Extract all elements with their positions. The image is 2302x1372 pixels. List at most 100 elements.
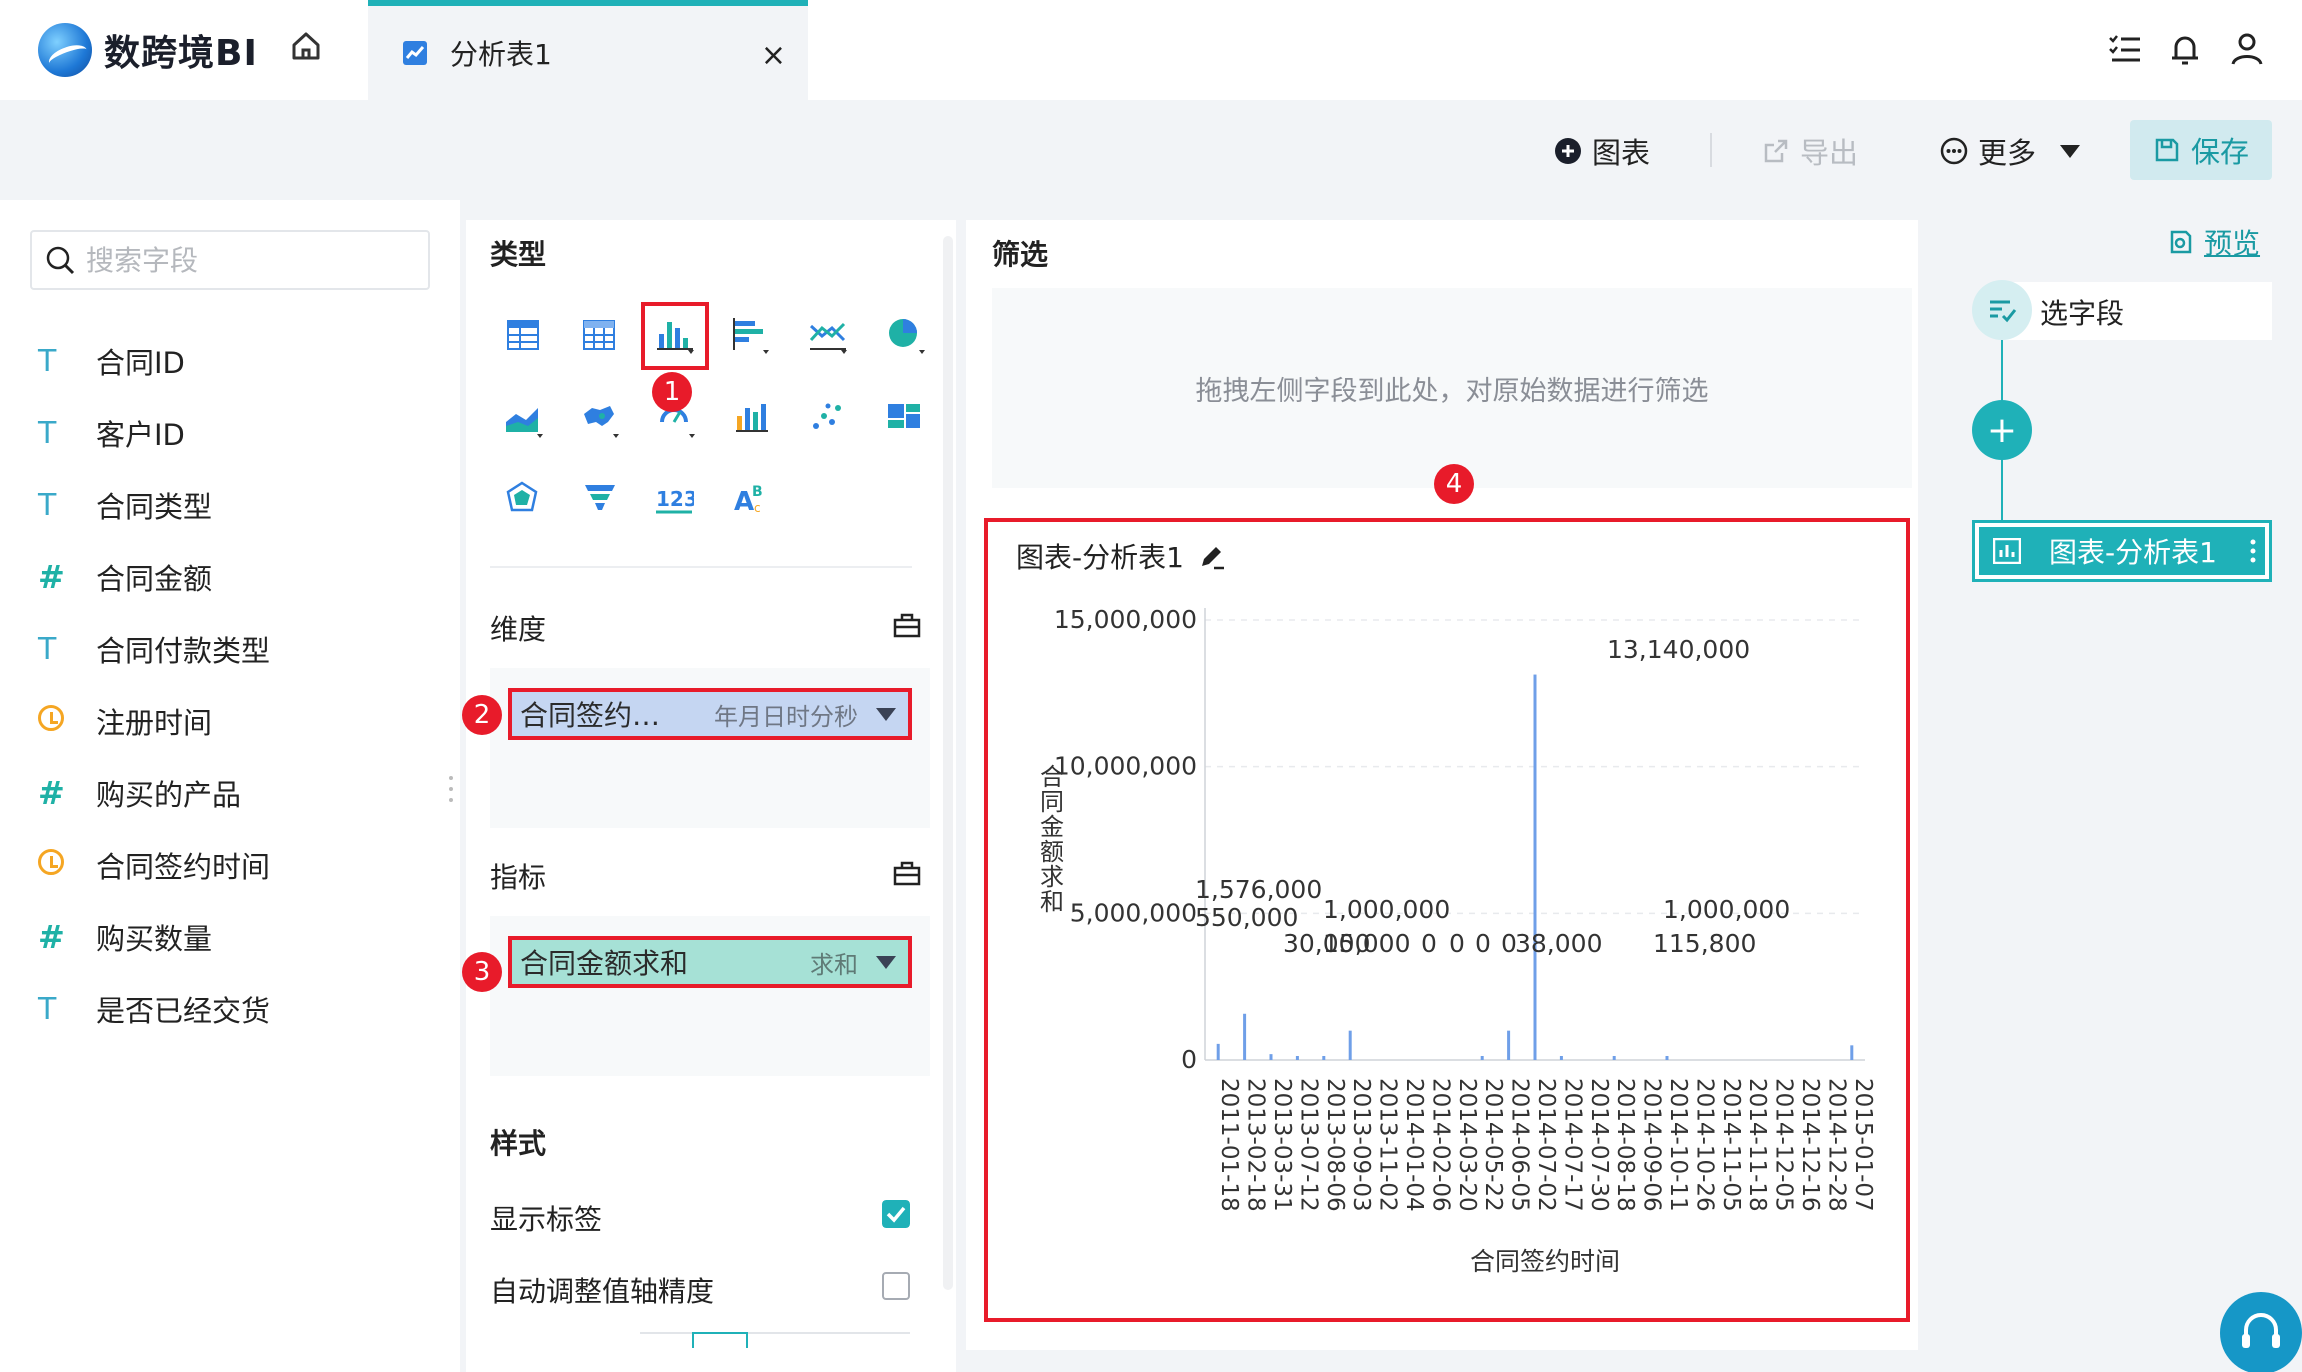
x-tick-label: 2013-11-02 [1375,1078,1401,1212]
time-field-icon [38,704,96,738]
chart-node[interactable]: 图表-分析表1 [1972,520,2272,582]
field-item[interactable]: T 是否已经交货 [38,984,270,1034]
more-dots-icon [1940,137,1968,165]
divider [490,566,912,568]
text-field-icon: T [38,487,57,523]
y-axis-title-char: 和 [1040,888,1064,916]
x-tick-label: 2014-10-26 [1691,1078,1717,1212]
x-tick-label: 2013-02-18 [1243,1078,1269,1212]
pie-chart-type-icon[interactable] [886,316,926,354]
chart-bar [1612,1056,1616,1060]
add-step-button[interactable]: + [1972,400,2032,460]
home-icon[interactable] [286,26,326,66]
metric-highlight-frame [508,936,912,988]
auto-precision-checkbox[interactable] [882,1272,910,1300]
chart-bar [1507,1030,1511,1060]
area-chart-icon[interactable] [504,400,544,438]
line-chart-type-icon[interactable] [808,316,848,354]
app-logo[interactable]: 数跨境BI [38,14,258,86]
chart-node-icon [1993,538,2021,564]
table-icon[interactable] [506,318,540,352]
funnel-chart-icon[interactable] [582,480,618,516]
text-field-icon: T [38,631,57,667]
data-label: 115,800 [1653,929,1756,958]
kpi-number-icon[interactable]: 123 [654,480,694,516]
x-tick-label: 2014-10-11 [1665,1078,1691,1212]
metric-settings-icon[interactable] [892,858,922,888]
segmented-control-partial[interactable] [640,1332,910,1348]
text-field-icon: T [38,415,57,451]
chart-bar [1533,674,1537,1060]
filter-title: 筛选 [992,238,1049,271]
resize-handle-icon[interactable] [448,774,454,804]
x-tick-label: 2014-02-06 [1427,1078,1453,1212]
x-tick-label: 2011-01-18 [1216,1078,1242,1212]
save-label: 保存 [2190,135,2249,169]
select-fields-node-icon-wrap [1972,280,2032,340]
field-item[interactable]: # 购买的产品 [38,768,241,818]
export-button[interactable]: 导出 [1762,128,1858,174]
y-axis-title-char: 合 [1040,763,1064,791]
time-field-icon [38,848,96,882]
chart-bar [1269,1054,1273,1060]
edit-pen-icon[interactable] [1198,542,1226,570]
x-tick-label: 2013-07-12 [1295,1078,1321,1212]
config-scrollbar[interactable] [943,236,953,1290]
field-item[interactable]: # 合同金额 [38,552,212,602]
field-search[interactable] [30,230,430,290]
more-button[interactable]: 更多 [1940,128,2081,174]
preview-link[interactable]: 预览 [2166,222,2260,262]
field-item[interactable]: # 购买数量 [38,912,212,962]
data-label: 13,140,000 [1607,635,1750,664]
map-chart-icon[interactable] [580,400,620,438]
task-list-icon[interactable] [2106,30,2144,68]
x-tick-label: 2014-05-22 [1480,1078,1506,1212]
field-label: 合同类型 [96,490,213,524]
data-label: 550,000 [1195,903,1298,932]
segmented-control-active[interactable] [692,1332,748,1348]
x-tick-label: 2014-08-18 [1612,1078,1638,1212]
scatter-chart-icon[interactable] [810,400,846,434]
field-item[interactable]: 合同签约时间 [38,840,270,890]
tab-close-icon[interactable]: × [761,38,786,73]
cross-table-icon[interactable] [582,318,616,352]
x-tick-label: 2014-09-06 [1639,1078,1665,1212]
x-tick-label: 2014-11-05 [1718,1078,1744,1212]
field-item[interactable]: T 合同付款类型 [38,624,270,674]
number-field-icon: # [38,774,65,812]
step-badge-3: 3 [462,952,502,992]
show-labels-checkbox[interactable] [882,1200,910,1228]
y-axis-title-char: 金 [1040,813,1064,841]
radar-chart-icon[interactable] [504,480,540,516]
dimension-settings-icon[interactable] [892,610,922,640]
treemap-chart-icon[interactable] [886,400,922,434]
field-label: 合同付款类型 [96,634,271,668]
field-item[interactable]: 注册时间 [38,696,212,746]
data-label: 0 [1475,929,1491,958]
export-icon [1764,139,1788,163]
bell-icon[interactable] [2166,30,2204,68]
bar-chart-type-icon[interactable] [655,316,695,354]
field-label: 客户ID [96,418,185,452]
field-item[interactable]: T 合同ID [38,336,185,386]
horizontal-bar-icon[interactable] [730,316,770,354]
filter-drop-area[interactable]: 拖拽左侧字段到此处，对原始数据进行筛选 [992,288,1912,488]
field-item[interactable]: T 客户ID [38,408,185,458]
save-button[interactable]: 保存 [2130,120,2272,180]
chat-support-button[interactable] [2220,1292,2302,1372]
search-input[interactable] [86,243,406,277]
x-axis-title: 合同签约时间 [1470,1247,1620,1276]
x-tick-label: 2014-01-04 [1401,1078,1427,1212]
y-tick-label: 0 [1181,1045,1197,1074]
add-chart-button[interactable]: 图表 [1554,128,1650,174]
x-tick-label: 2013-03-31 [1269,1078,1295,1212]
chart-bar [1559,1056,1563,1060]
x-tick-label: 2014-06-05 [1507,1078,1533,1212]
field-item[interactable]: T 合同类型 [38,480,212,530]
tab-analysis-1[interactable]: 分析表1 × [368,0,808,100]
node-menu-icon[interactable] [2249,538,2257,564]
user-icon[interactable] [2228,30,2266,68]
word-cloud-icon[interactable]: ABc [732,480,770,516]
combo-chart-icon[interactable] [734,400,770,434]
app-name: 数跨境BI [104,33,258,74]
